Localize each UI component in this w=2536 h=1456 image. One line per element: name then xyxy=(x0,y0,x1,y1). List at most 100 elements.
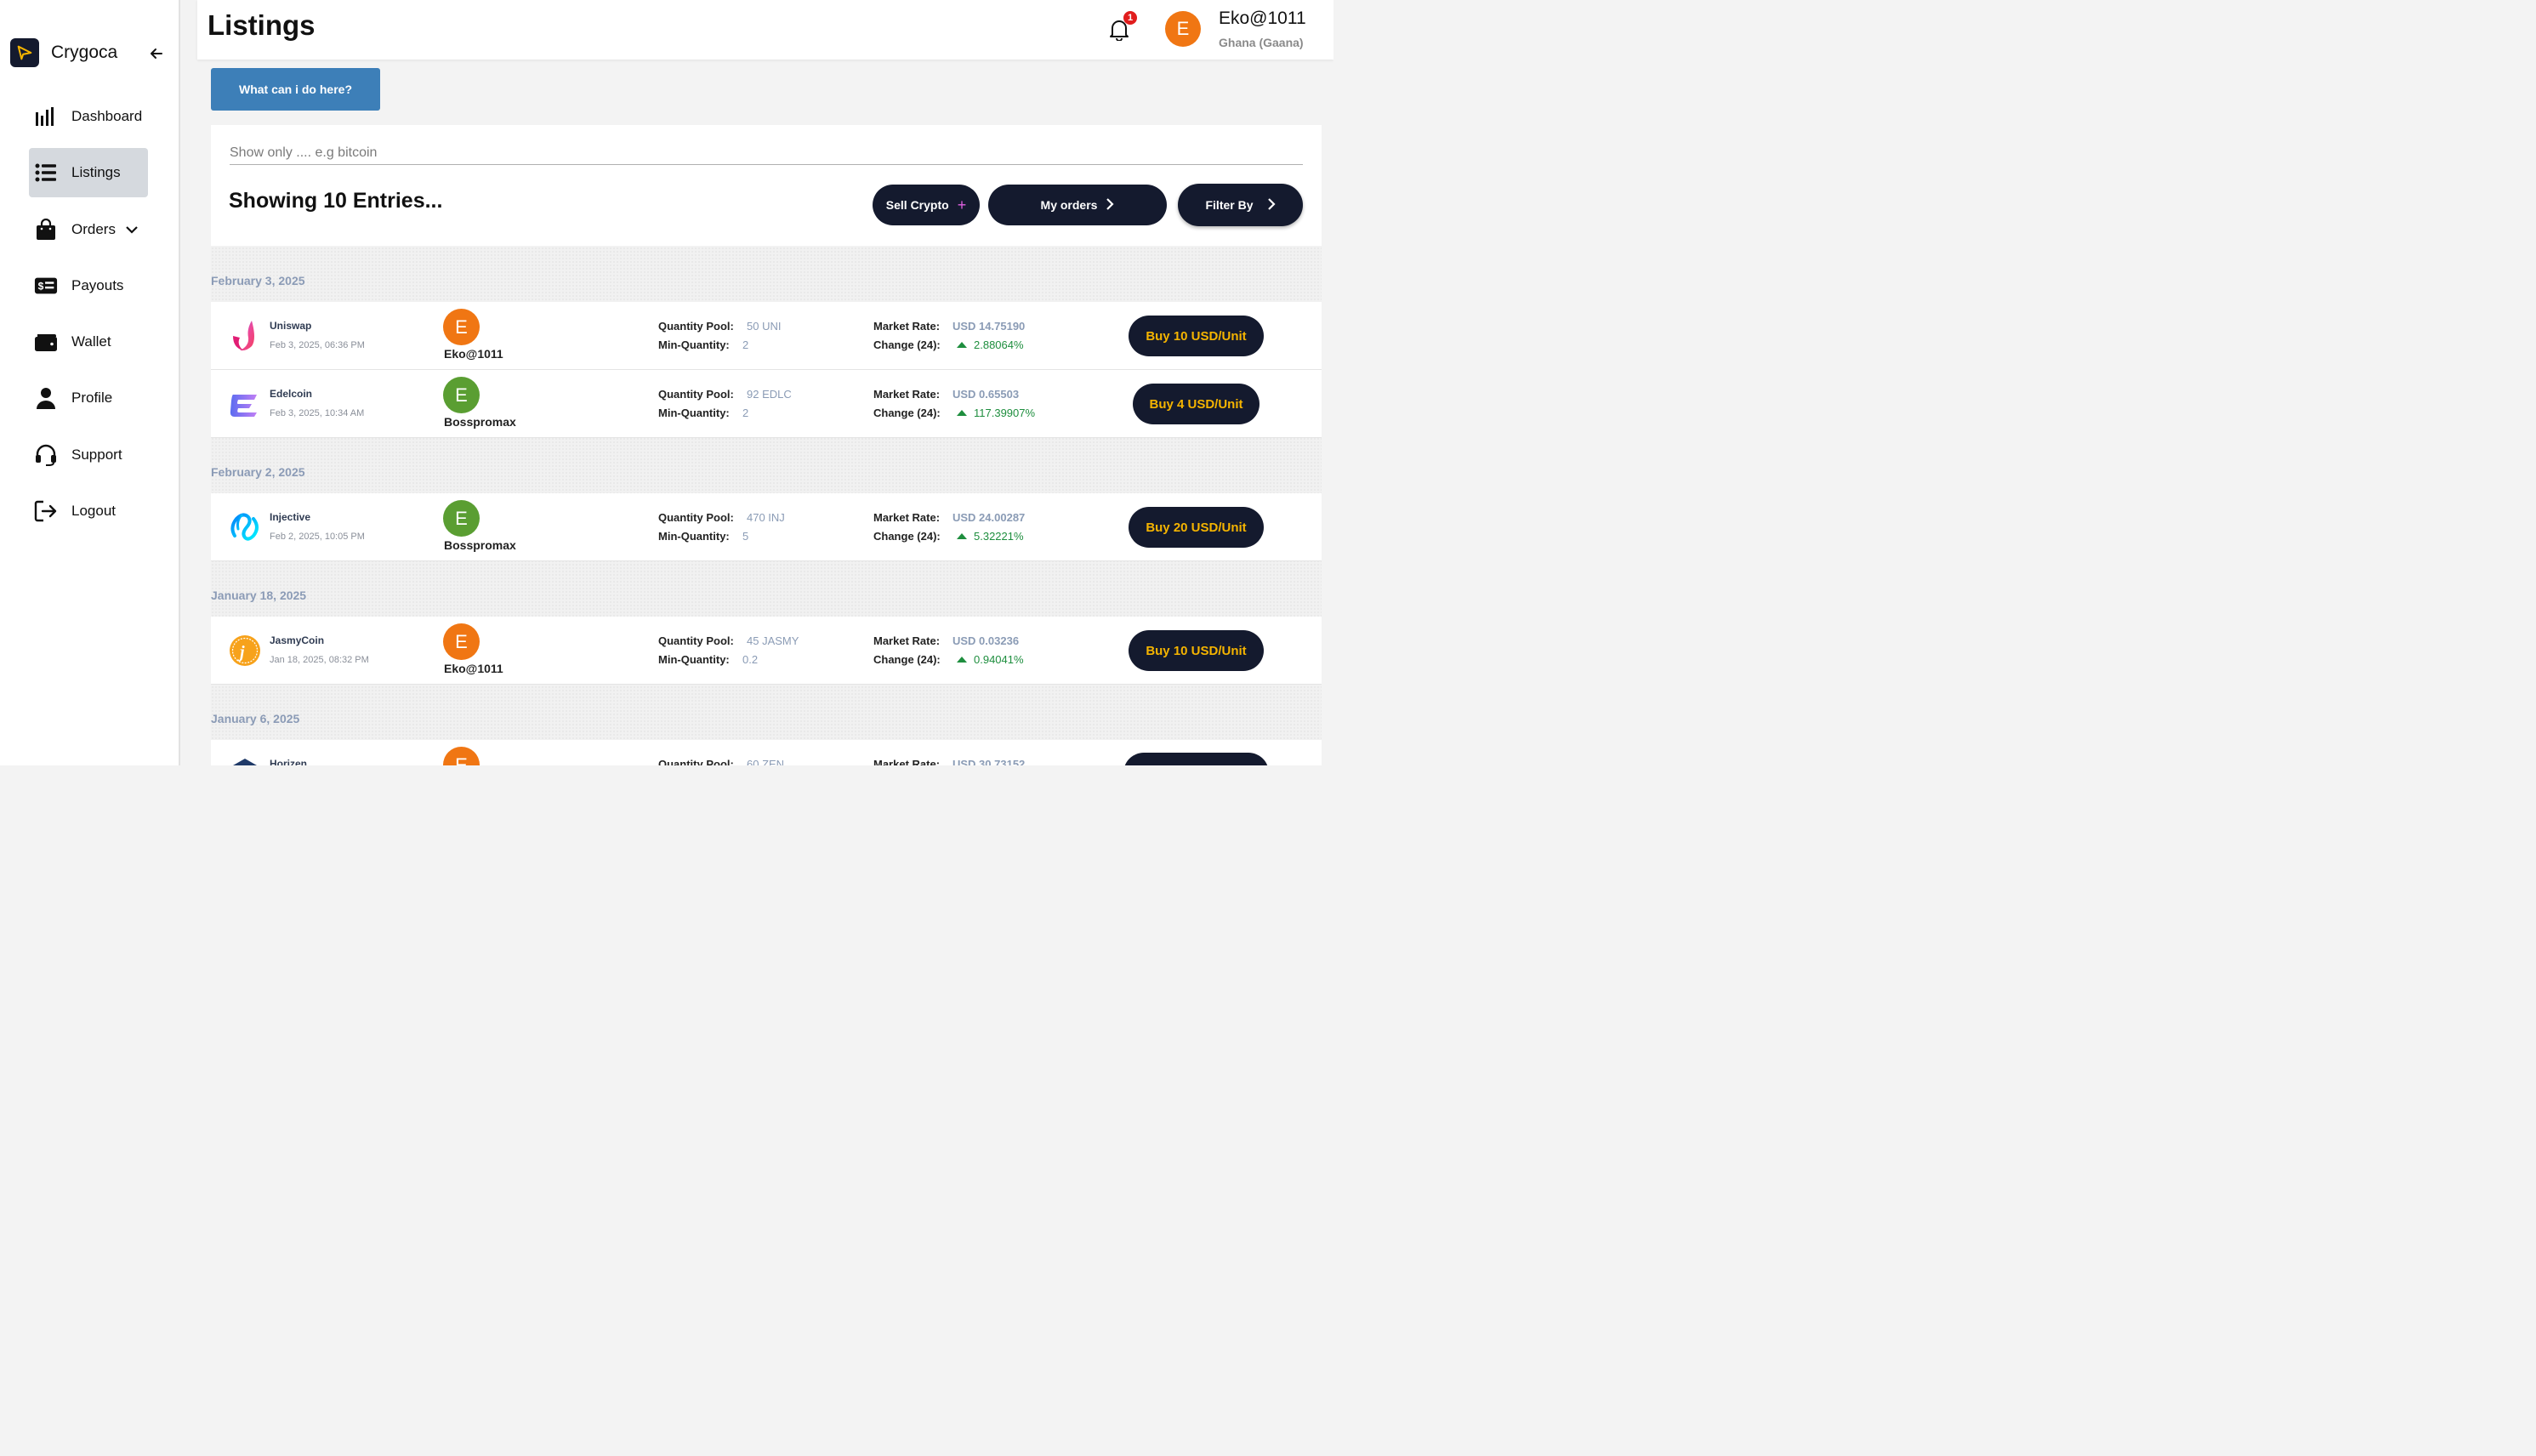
sidebar-item-listings[interactable]: Listings xyxy=(29,148,148,198)
quantity-pool-value: 50 UNI xyxy=(747,320,782,333)
filter-by-button[interactable]: Filter By xyxy=(1178,184,1303,226)
shopping-bag-icon xyxy=(34,218,58,242)
change-percent: 0.94041% xyxy=(974,653,1024,666)
buy-button[interactable]: Buy 20 USD/Unit xyxy=(1129,507,1264,548)
quantity-pool-value: 60 ZEN xyxy=(747,758,785,765)
uniswap-logo-icon xyxy=(228,319,262,353)
sidebar-item-logout[interactable]: Logout xyxy=(29,486,156,536)
sell-crypto-button[interactable]: Sell Crypto + xyxy=(873,185,980,225)
change-percent: 2.88064% xyxy=(974,338,1024,351)
page-title: Listings xyxy=(208,9,316,41)
top-bar: Listings 1 E Eko@1011 Ghana (Gaana) xyxy=(197,0,1333,60)
quantity-pool-label: Quantity Pool: xyxy=(658,320,734,333)
min-quantity-value: 2 xyxy=(742,338,749,351)
date-group-label: February 2, 2025 xyxy=(211,465,305,479)
min-quantity-value: 2 xyxy=(742,407,749,419)
coin-name: Uniswap xyxy=(270,320,312,332)
coin-name: Edelcoin xyxy=(270,388,313,400)
listing-row[interactable]: Uniswap Feb 3, 2025, 06:36 PM E Eko@1011… xyxy=(211,302,1322,370)
date-group-label: January 6, 2025 xyxy=(211,712,300,725)
search-input[interactable] xyxy=(230,142,1303,165)
avatar[interactable]: E xyxy=(1165,11,1201,47)
quantity-pool-value: 92 EDLC xyxy=(747,388,792,401)
listing-row[interactable]: Injective Feb 2, 2025, 10:05 PM E Bosspr… xyxy=(211,493,1322,561)
buy-button[interactable] xyxy=(1123,753,1269,765)
sidebar-item-wallet[interactable]: Wallet xyxy=(29,317,156,367)
market-rate-label: Market Rate: xyxy=(873,511,941,524)
my-orders-button[interactable]: My orders xyxy=(988,185,1167,225)
listing-time: Jan 18, 2025, 08:32 PM xyxy=(270,655,369,665)
change-value: 0.94041% xyxy=(957,653,1024,666)
sidebar-item-label: Orders xyxy=(71,220,116,237)
listing-row[interactable]: Horizen E Quantity Pool: 60 ZEN Market R… xyxy=(211,740,1322,765)
market-rate-value: USD 24.00287 xyxy=(952,511,1026,524)
coin-name: JasmyCoin xyxy=(270,634,325,646)
sidebar-item-label: Profile xyxy=(71,390,113,407)
sidebar-item-dashboard[interactable]: Dashboard xyxy=(29,92,156,141)
listing-time: Feb 3, 2025, 10:34 AM xyxy=(270,408,365,418)
collapse-sidebar-arrow-icon[interactable] xyxy=(148,45,167,64)
listings-list: February 3, 2025 Uniswap Feb 3, 2025, 06… xyxy=(211,247,1322,765)
filter-by-label: Filter By xyxy=(1205,198,1254,212)
buy-button[interactable]: Buy 4 USD/Unit xyxy=(1133,384,1259,424)
listing-time: Feb 2, 2025, 10:05 PM xyxy=(270,532,365,542)
change-percent: 5.32221% xyxy=(974,530,1024,543)
seller-avatar[interactable]: E xyxy=(443,309,480,345)
market-rate-label: Market Rate: xyxy=(873,758,941,765)
min-quantity-value: 0.2 xyxy=(742,653,759,666)
seller-avatar[interactable]: E xyxy=(443,747,480,765)
bar-chart-icon xyxy=(34,105,58,128)
sidebar-item-label: Listings xyxy=(71,164,121,181)
brand-logo-icon xyxy=(10,38,39,67)
sidebar-item-label: Dashboard xyxy=(71,108,143,124)
headset-icon xyxy=(34,443,58,467)
quantity-pool-label: Quantity Pool: xyxy=(658,634,734,647)
sidebar-item-orders[interactable]: Orders xyxy=(29,205,156,254)
horizen-logo-icon xyxy=(228,757,262,765)
chevron-down-icon[interactable] xyxy=(126,223,138,238)
change-label: Change (24): xyxy=(873,407,941,419)
person-icon xyxy=(34,386,58,410)
chevron-right-icon xyxy=(1267,197,1276,213)
brand-name: Crygoca xyxy=(51,43,118,62)
market-rate-label: Market Rate: xyxy=(873,320,941,333)
min-quantity-label: Min-Quantity: xyxy=(658,653,730,666)
help-button[interactable]: What can i do here? xyxy=(211,68,380,111)
seller-avatar[interactable]: E xyxy=(443,500,480,537)
list-icon xyxy=(34,161,58,185)
sidebar-item-profile[interactable]: Profile xyxy=(29,373,156,423)
quantity-pool-value: 470 INJ xyxy=(747,511,785,524)
sidebar-item-support[interactable]: Support xyxy=(29,430,156,480)
brand[interactable]: Crygoca xyxy=(10,38,172,67)
change-label: Change (24): xyxy=(873,653,941,666)
sidebar-item-label: Logout xyxy=(71,503,116,520)
listing-row[interactable]: Edelcoin Feb 3, 2025, 10:34 AM E Bosspro… xyxy=(211,370,1322,438)
sidebar: Crygoca Dashboard Listings Orders $ Payo… xyxy=(0,0,180,765)
listing-row[interactable]: j JasmyCoin Jan 18, 2025, 08:32 PM E Eko… xyxy=(211,617,1322,685)
seller-name[interactable]: Eko@1011 xyxy=(444,347,503,361)
chevron-right-icon xyxy=(1106,197,1115,213)
seller-name[interactable]: Eko@1011 xyxy=(444,662,503,675)
trend-up-icon xyxy=(957,657,967,663)
seller-avatar[interactable]: E xyxy=(443,377,480,413)
jasmycoin-logo-icon: j xyxy=(228,634,262,668)
buy-button[interactable]: Buy 10 USD/Unit xyxy=(1129,630,1264,671)
quantity-pool-label: Quantity Pool: xyxy=(658,388,734,401)
min-quantity-label: Min-Quantity: xyxy=(658,407,730,419)
seller-name[interactable]: Bosspromax xyxy=(444,415,516,429)
my-orders-label: My orders xyxy=(1040,198,1098,212)
coin-name: Injective xyxy=(270,511,311,523)
seller-avatar[interactable]: E xyxy=(443,623,480,660)
edelcoin-logo-icon xyxy=(228,387,262,421)
buy-button[interactable]: Buy 10 USD/Unit xyxy=(1129,316,1264,356)
sidebar-item-payouts[interactable]: $ Payouts xyxy=(29,261,156,310)
injective-logo-icon xyxy=(228,510,262,544)
change-label: Change (24): xyxy=(873,530,941,543)
date-group-label: January 18, 2025 xyxy=(211,589,307,602)
min-quantity-value: 5 xyxy=(742,530,749,543)
plus-icon: + xyxy=(957,196,967,213)
market-rate-value: USD 30.73152 xyxy=(952,758,1026,765)
user-name[interactable]: Eko@1011 xyxy=(1219,9,1306,29)
sidebar-item-label: Payouts xyxy=(71,276,124,293)
seller-name[interactable]: Bosspromax xyxy=(444,538,516,552)
